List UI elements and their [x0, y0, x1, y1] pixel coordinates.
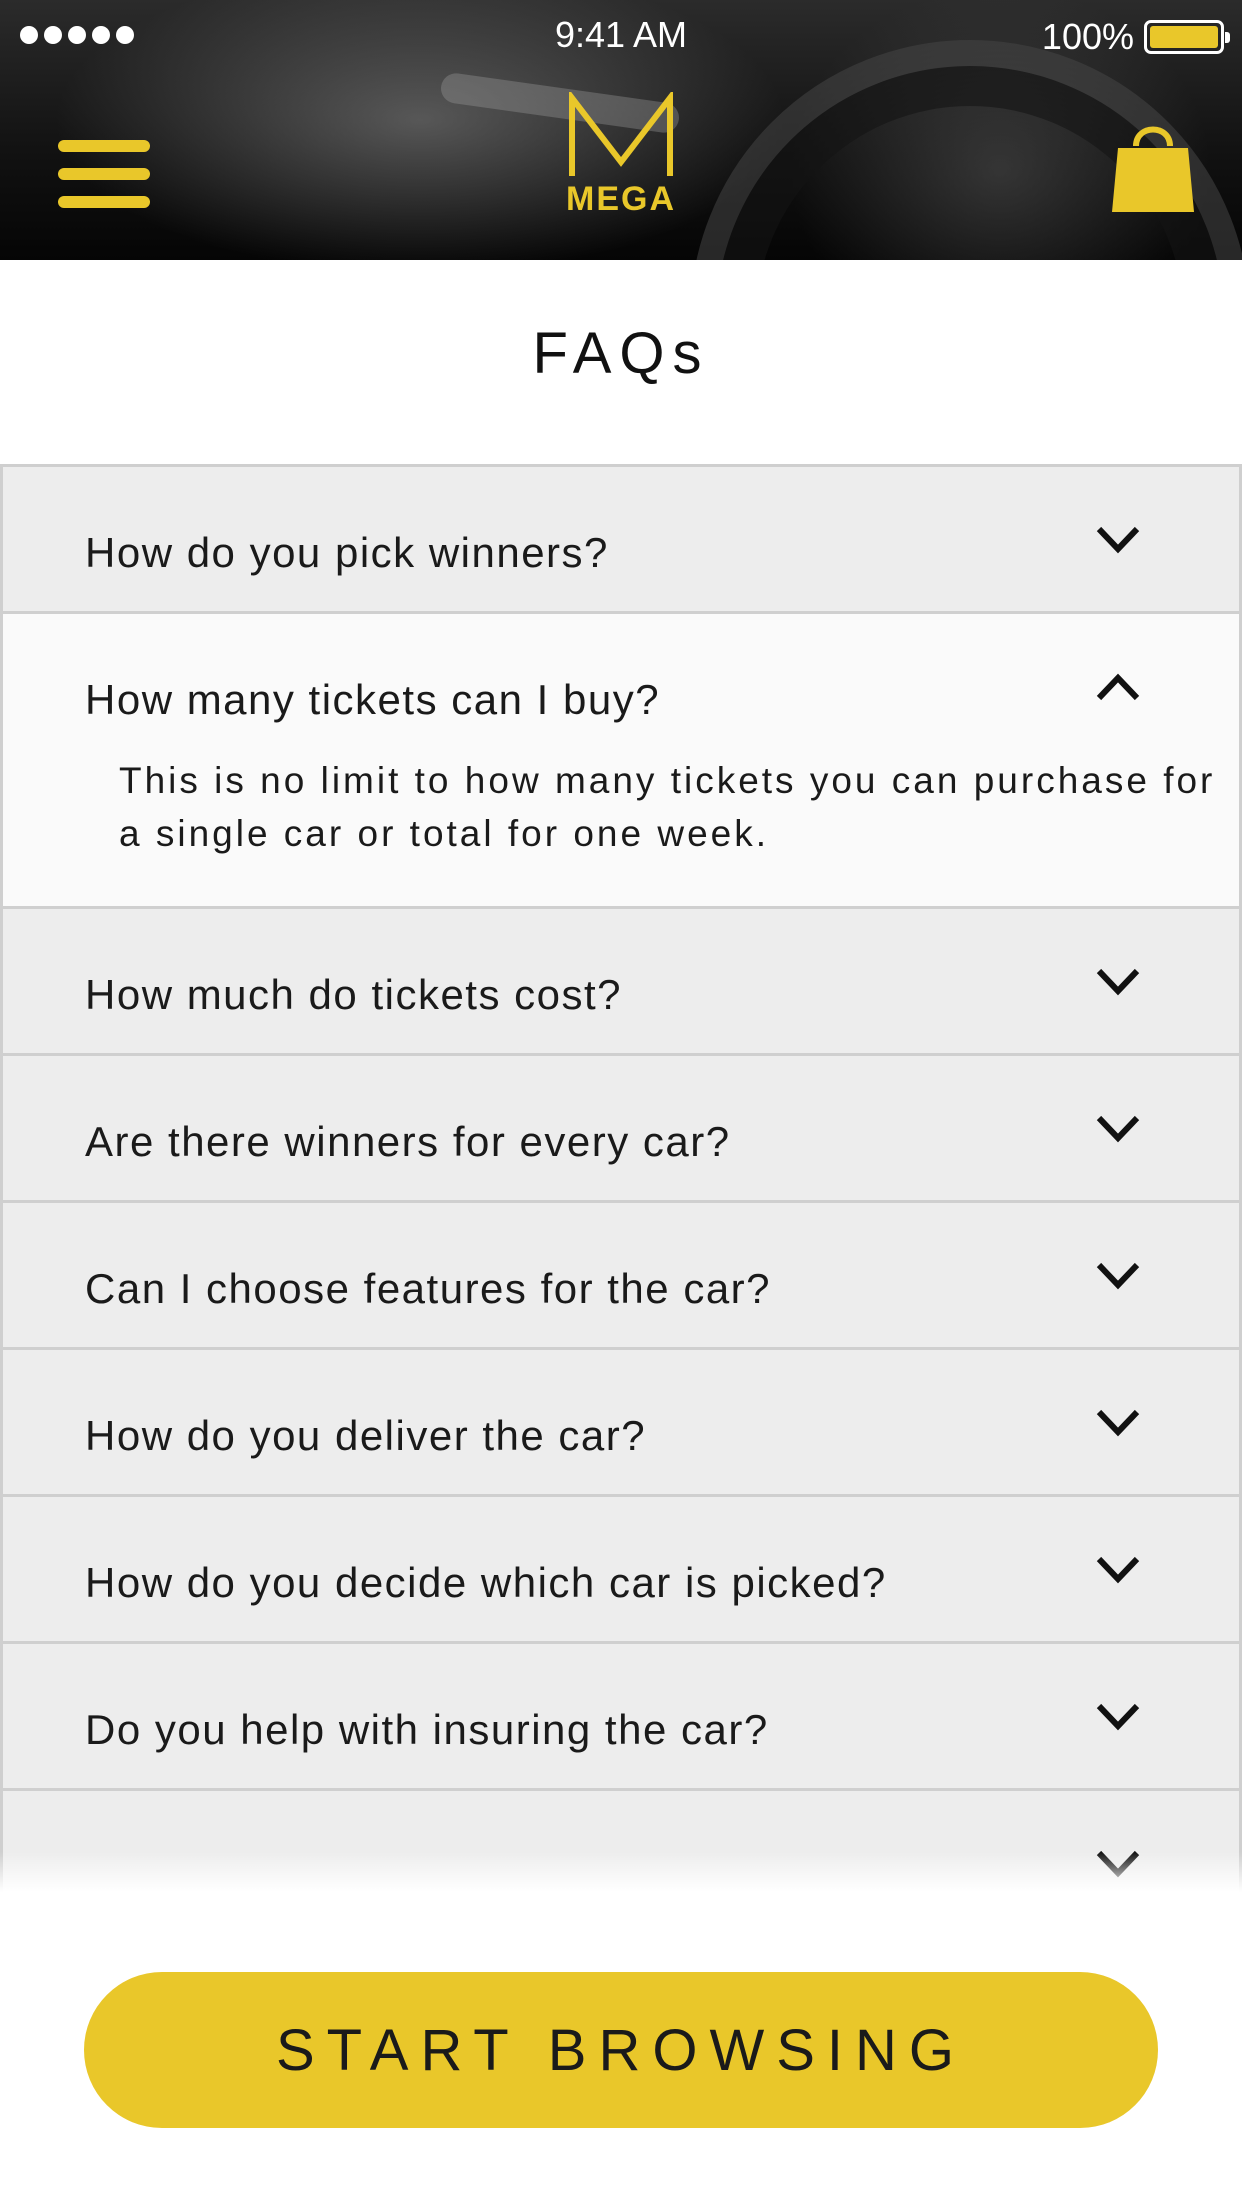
faq-list[interactable]: How do you pick winners? How many tickets…	[0, 464, 1242, 1892]
logo-m-icon	[569, 92, 673, 176]
faq-question: Do you help with insuring the car?	[85, 1706, 769, 1753]
faq-question: How much do tickets cost?	[85, 971, 623, 1018]
faq-question: Can I choose features for the car?	[85, 1265, 772, 1312]
faq-item[interactable]: How do you pick winners?	[0, 467, 1242, 614]
hamburger-menu-icon[interactable]	[58, 140, 150, 212]
faq-screen: 9:41 AM 100% MEGA FAQs How do you pick w…	[0, 0, 1242, 2208]
faq-item[interactable]: Can I choose features for the car?	[0, 1203, 1242, 1350]
faq-item[interactable]: Do you help with insuring the car?	[0, 1644, 1242, 1791]
mega-logo[interactable]: MEGA	[555, 92, 687, 224]
faq-question-row[interactable]: How do you deliver the car?	[3, 1350, 1239, 1494]
chevron-down-icon[interactable]	[1095, 967, 1141, 997]
faq-item[interactable]: How do you deliver the car?	[0, 1350, 1242, 1497]
faq-question: How do you deliver the car?	[85, 1412, 647, 1459]
list-fade-overlay	[0, 1852, 1242, 1892]
faq-question-row[interactable]: How do you pick winners?	[3, 467, 1239, 611]
faq-question-row[interactable]: How many tickets can I buy?	[3, 614, 1239, 758]
faq-question: How many tickets can I buy?	[85, 676, 661, 723]
battery-icon	[1144, 20, 1230, 54]
faq-question-row[interactable]: Can I choose features for the car?	[3, 1203, 1239, 1347]
battery-percentage: 100%	[1041, 16, 1134, 57]
page-title: FAQs	[532, 321, 710, 386]
faq-item[interactable]: How much do tickets cost?	[0, 909, 1242, 1056]
start-browsing-button[interactable]: START BROWSING	[84, 1972, 1158, 2128]
chevron-down-icon[interactable]	[1095, 1408, 1141, 1438]
chevron-down-icon[interactable]	[1095, 525, 1141, 555]
status-bar: 9:41 AM 100%	[0, 0, 1242, 72]
faq-question: How do you decide which car is picked?	[85, 1559, 887, 1606]
chevron-down-icon[interactable]	[1095, 1261, 1141, 1291]
chevron-up-icon[interactable]	[1095, 672, 1141, 702]
faq-question: How do you pick winners?	[85, 529, 609, 576]
faq-item[interactable]: Are there winners for every car?	[0, 1056, 1242, 1203]
logo-text: MEGA	[566, 180, 676, 218]
faq-question: Are there winners for every car?	[85, 1118, 731, 1165]
chevron-down-icon[interactable]	[1095, 1114, 1141, 1144]
faq-item[interactable]: How many tickets can I buy? This is no li…	[0, 614, 1242, 909]
faq-question-row[interactable]: Do you help with insuring the car?	[3, 1644, 1239, 1788]
chevron-down-icon[interactable]	[1095, 1555, 1141, 1585]
faq-answer: This is no limit to how many tickets you…	[119, 760, 1216, 854]
faq-question-row[interactable]: Are there winners for every car?	[3, 1056, 1239, 1200]
faq-question-row[interactable]: How do you decide which car is picked?	[3, 1497, 1239, 1641]
faq-item[interactable]: How do you decide which car is picked?	[0, 1497, 1242, 1644]
chevron-down-icon[interactable]	[1095, 1702, 1141, 1732]
header: 9:41 AM 100% MEGA	[0, 0, 1242, 260]
faq-question-row[interactable]: How much do tickets cost?	[3, 909, 1239, 1053]
shopping-bag-icon[interactable]	[1110, 118, 1196, 216]
